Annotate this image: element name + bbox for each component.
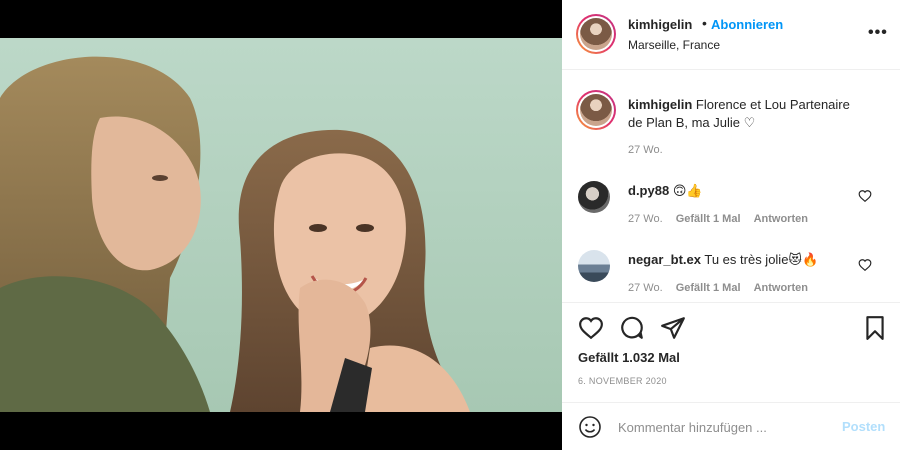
- comment-item: d.py88 🙃👍 27 Wo. Gefällt 1 Mal Antworten: [562, 181, 900, 241]
- post-button[interactable]: Posten: [842, 419, 885, 434]
- comment-heart-icon[interactable]: [858, 258, 872, 272]
- reply-button[interactable]: Antworten: [754, 213, 808, 225]
- author-username[interactable]: kimhigelin: [628, 17, 692, 32]
- commenter-username[interactable]: d.py88: [628, 183, 669, 198]
- photo-illustration: [0, 38, 562, 412]
- comment-timestamp[interactable]: 27 Wo.: [628, 213, 663, 225]
- post-actions: Gefällt 1.032 Mal 6. NOVEMBER 2020: [562, 302, 900, 402]
- share-icon[interactable]: [660, 315, 686, 341]
- comment-icon[interactable]: [619, 315, 645, 341]
- comment-text: d.py88 🙃👍: [628, 183, 703, 199]
- likes-count[interactable]: Gefällt 1.032 Mal: [578, 350, 680, 365]
- emoji-icon[interactable]: [578, 415, 602, 439]
- comment-likes[interactable]: Gefällt 1 Mal: [676, 213, 741, 225]
- reply-button[interactable]: Antworten: [754, 282, 808, 294]
- follow-button[interactable]: Abonnieren: [711, 17, 783, 32]
- comment-heart-icon[interactable]: [858, 189, 872, 203]
- post-sidebar: kimhigelin • Abonnieren Marseille, Franc…: [562, 0, 900, 450]
- commenter-avatar[interactable]: [578, 181, 610, 213]
- header-separator: •: [702, 15, 707, 31]
- more-icon[interactable]: •••: [868, 24, 888, 42]
- comment-likes[interactable]: Gefällt 1 Mal: [676, 282, 741, 294]
- author-avatar[interactable]: [576, 14, 616, 54]
- add-comment-bar: Posten: [562, 402, 900, 450]
- post-photo[interactable]: [0, 38, 562, 412]
- comment-item: negar_bt.ex Tu es très jolie😻🔥 27 Wo. Ge…: [562, 250, 900, 310]
- caption-timestamp[interactable]: 27 Wo.: [628, 144, 663, 156]
- bookmark-icon[interactable]: [862, 315, 888, 341]
- comment-meta: 27 Wo. Gefällt 1 Mal Antworten: [628, 282, 818, 294]
- comment-meta: 27 Wo. Gefällt 1 Mal Antworten: [628, 213, 818, 225]
- comment-timestamp[interactable]: 27 Wo.: [628, 282, 663, 294]
- post-date[interactable]: 6. NOVEMBER 2020: [578, 376, 667, 386]
- caption-username[interactable]: kimhigelin: [628, 97, 692, 112]
- post-media: [0, 0, 562, 450]
- post-header: kimhigelin • Abonnieren Marseille, Franc…: [562, 0, 900, 70]
- commenter-avatar[interactable]: [578, 250, 610, 282]
- comment-text: negar_bt.ex Tu es très jolie😻🔥: [628, 252, 818, 268]
- caption-text: kimhigelin Florence et Lou Partenaire de…: [628, 96, 858, 132]
- comment-input[interactable]: [618, 417, 828, 437]
- post-location[interactable]: Marseille, France: [628, 38, 720, 52]
- comment-body: Tu es très jolie😻🔥: [704, 252, 819, 267]
- comment-body: 🙃👍: [672, 183, 703, 198]
- heart-icon[interactable]: [578, 315, 604, 341]
- commenter-username[interactable]: negar_bt.ex: [628, 252, 701, 267]
- post-caption: kimhigelin Florence et Lou Partenaire de…: [562, 86, 900, 166]
- caption-avatar[interactable]: [576, 90, 616, 130]
